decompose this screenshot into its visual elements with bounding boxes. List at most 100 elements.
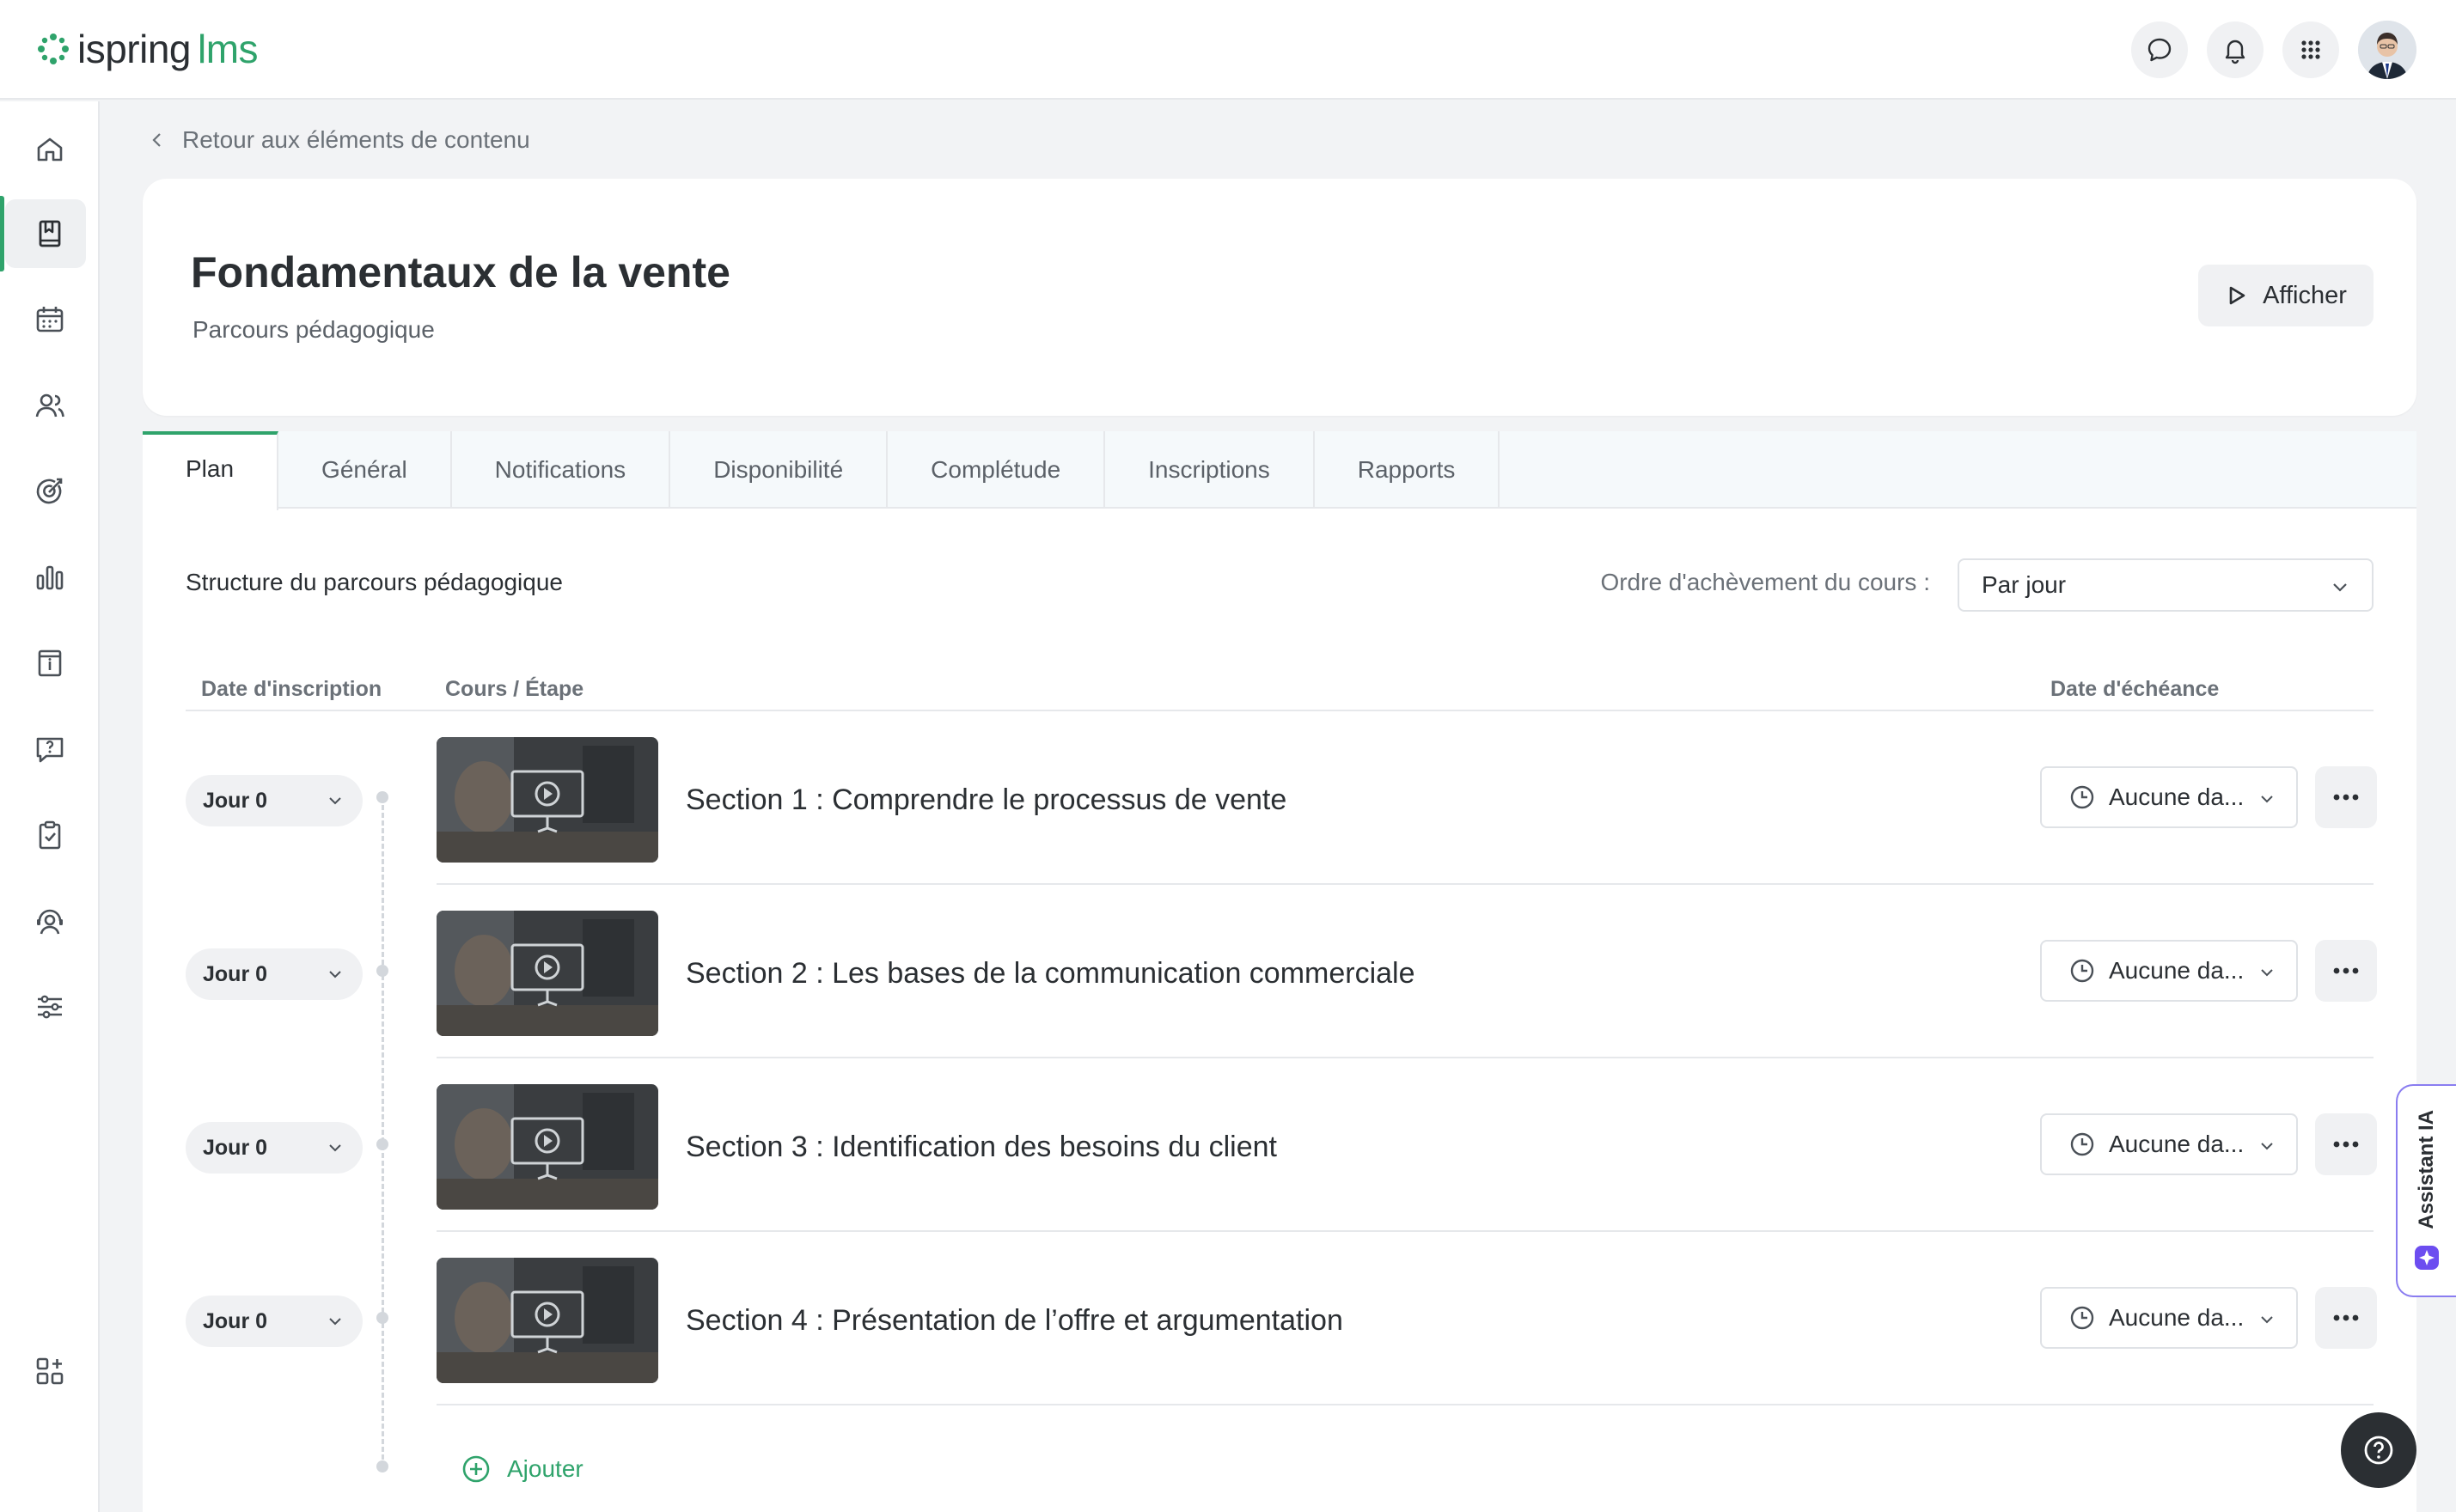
- course-row: Jour 0 Section 4 : Présentation de l’off…: [143, 1232, 2416, 1405]
- goals-icon: [36, 478, 63, 504]
- breadcrumb[interactable]: Retour aux éléments de contenu: [148, 124, 530, 156]
- clock-icon: [2070, 785, 2094, 809]
- due-date-value: Aucune da...: [2109, 1131, 2245, 1157]
- content-card: Plan Général Notifications Disponibilité…: [143, 431, 2416, 1512]
- due-date-value: Aucune da...: [2109, 957, 2245, 984]
- due-date-select[interactable]: Aucune da...: [2040, 940, 2298, 1002]
- logo-suffix: lms: [198, 27, 259, 71]
- due-date-select[interactable]: Aucune da...: [2040, 766, 2298, 828]
- video-course-thumbnail-icon: [437, 1084, 658, 1210]
- course-title[interactable]: Section 1 : Comprendre le processus de v…: [686, 783, 1286, 817]
- day-value: Jour 0: [203, 788, 268, 813]
- top-actions: [2131, 21, 2416, 79]
- structure-label: Structure du parcours pédagogique: [186, 569, 563, 595]
- page-subtitle: Parcours pédagogique: [192, 316, 435, 343]
- calendar-icon: [36, 307, 64, 332]
- view-button-label: Afficher: [2263, 281, 2347, 309]
- users-icon: [35, 393, 64, 418]
- day-select[interactable]: Jour 0: [186, 775, 363, 826]
- course-thumbnail[interactable]: [437, 1258, 658, 1383]
- chat-icon: [2147, 38, 2172, 62]
- more-horizontal-icon: [2333, 967, 2359, 974]
- top-bar: ispring lms: [0, 0, 2456, 100]
- sidebar-item-add-widget[interactable]: [0, 1333, 100, 1409]
- left-sidebar: [0, 101, 100, 1512]
- tab-availability[interactable]: Disponibilité: [670, 431, 889, 509]
- tab-completion[interactable]: Complétude: [888, 431, 1106, 509]
- due-date-select[interactable]: Aucune da...: [2040, 1287, 2298, 1349]
- video-course-thumbnail-icon: [437, 737, 658, 863]
- add-widget-icon: [36, 1357, 64, 1385]
- reports-chart-icon: [36, 565, 64, 590]
- tab-enrollments[interactable]: Inscriptions: [1105, 431, 1315, 509]
- clock-icon: [2070, 1306, 2094, 1330]
- chevron-down-icon: [2261, 1143, 2273, 1150]
- day-value: Jour 0: [203, 961, 268, 986]
- chevron-down-icon: [329, 1318, 341, 1326]
- sidebar-item-reports[interactable]: [0, 540, 100, 615]
- sidebar-item-tasks[interactable]: [0, 797, 100, 873]
- add-step-button[interactable]: Ajouter: [461, 1454, 583, 1485]
- timeline-dot: [376, 1460, 388, 1472]
- course-row: Jour 0 Section 3 : Identification des be…: [143, 1058, 2416, 1232]
- tab-plan[interactable]: Plan: [143, 431, 279, 510]
- sidebar-item-support[interactable]: [0, 883, 100, 959]
- course-title[interactable]: Section 4 : Présentation de l’offre et a…: [686, 1304, 1343, 1338]
- video-course-thumbnail-icon: [437, 911, 658, 1036]
- more-horizontal-icon: [2333, 1141, 2359, 1148]
- due-date-select[interactable]: Aucune da...: [2040, 1113, 2298, 1175]
- course-title[interactable]: Section 3 : Identification des besoins d…: [686, 1131, 1277, 1164]
- clock-icon: [2070, 959, 2094, 983]
- sparkle-icon: [2415, 1246, 2439, 1271]
- sidebar-item-users[interactable]: [0, 368, 100, 443]
- row-more-button[interactable]: [2315, 1113, 2377, 1175]
- row-divider: [437, 1404, 2374, 1405]
- row-more-button[interactable]: [2315, 1287, 2377, 1349]
- col-course-step: Cours / Étape: [445, 677, 584, 701]
- due-date-value: Aucune da...: [2109, 783, 2245, 810]
- chevron-down-icon: [329, 1144, 341, 1152]
- help-icon: [2364, 1436, 2393, 1465]
- notifications-button[interactable]: [2207, 21, 2264, 78]
- chevron-down-icon: [2261, 1316, 2273, 1324]
- course-thumbnail[interactable]: [437, 1084, 658, 1210]
- back-link[interactable]: Retour aux éléments de contenu: [182, 126, 530, 154]
- ispring-logo[interactable]: ispring lms: [34, 0, 259, 99]
- chevron-down-icon: [2261, 969, 2273, 977]
- course-thumbnail[interactable]: [437, 737, 658, 863]
- day-select[interactable]: Jour 0: [186, 948, 363, 1000]
- course-title[interactable]: Section 2 : Les bases de la communicatio…: [686, 957, 1415, 991]
- completion-order-select[interactable]: Par jour: [1958, 558, 2374, 612]
- sidebar-item-goals[interactable]: [0, 454, 100, 529]
- ai-assistant-tab[interactable]: Assistant IA: [2396, 1084, 2456, 1297]
- header-card: Fondamentaux de la vente Parcours pédago…: [143, 179, 2416, 416]
- row-more-button[interactable]: [2315, 940, 2377, 1002]
- help-button[interactable]: [2341, 1412, 2416, 1488]
- due-date-value: Aucune da...: [2109, 1304, 2245, 1331]
- row-more-button[interactable]: [2315, 766, 2377, 828]
- sidebar-item-home[interactable]: [0, 112, 100, 187]
- chevron-left-icon: [152, 133, 161, 147]
- day-select[interactable]: Jour 0: [186, 1296, 363, 1347]
- tab-general[interactable]: Général: [278, 431, 452, 509]
- day-value: Jour 0: [203, 1135, 268, 1160]
- sidebar-item-settings[interactable]: [0, 969, 100, 1045]
- more-horizontal-icon: [2333, 794, 2359, 801]
- sidebar-item-calendar[interactable]: [0, 282, 100, 357]
- tab-reports[interactable]: Rapports: [1315, 431, 1500, 509]
- view-button[interactable]: Afficher: [2198, 265, 2374, 326]
- tasks-clipboard-icon: [39, 820, 61, 850]
- course-thumbnail[interactable]: [437, 911, 658, 1036]
- tab-notifications[interactable]: Notifications: [452, 431, 671, 509]
- chat-button[interactable]: [2131, 21, 2188, 78]
- chevron-down-icon: [2261, 796, 2273, 803]
- apps-button[interactable]: [2282, 21, 2339, 78]
- sidebar-item-content[interactable]: [0, 196, 100, 271]
- day-select[interactable]: Jour 0: [186, 1122, 363, 1174]
- day-value: Jour 0: [203, 1308, 268, 1333]
- clock-icon: [2070, 1132, 2094, 1156]
- sidebar-item-info[interactable]: [0, 625, 100, 701]
- sidebar-item-questions[interactable]: [0, 711, 100, 787]
- course-row: Jour 0 Section 2 : Les bases de la commu…: [143, 885, 2416, 1058]
- user-avatar[interactable]: [2358, 21, 2416, 79]
